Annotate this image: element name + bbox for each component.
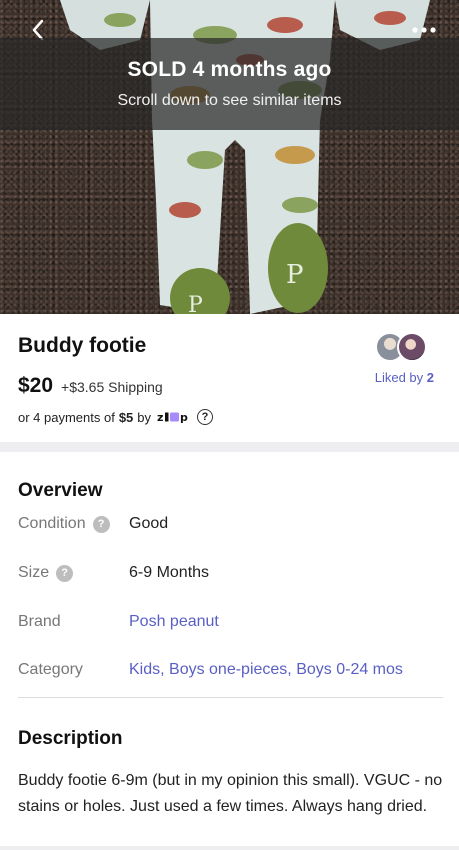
installment-amount: $5 xyxy=(118,409,134,425)
liked-by-label: Liked by xyxy=(374,370,424,385)
description-title: Description xyxy=(18,728,123,749)
installments-prefix: or 4 payments of xyxy=(18,409,115,425)
likers-avatars[interactable] xyxy=(375,332,431,364)
bottom-divider xyxy=(0,846,459,850)
category-link[interactable]: Kids, Boys one-pieces, Boys 0-24 mos xyxy=(129,661,403,679)
divider xyxy=(18,697,443,698)
category-row: Category Kids, Boys one-pieces, Boys 0-2… xyxy=(18,658,443,682)
scroll-hint-text: Scroll down to see similar items xyxy=(117,92,342,109)
svg-text:z: z xyxy=(157,411,163,423)
liked-by-count: 2 xyxy=(426,370,434,385)
svg-text:P: P xyxy=(188,293,203,314)
item-price: $20 xyxy=(18,374,54,397)
zip-logo: z p xyxy=(157,411,191,423)
zip-logo-icon: z p xyxy=(157,411,188,423)
price-row: $20 +$3.65 Shipping xyxy=(18,374,163,398)
brand-link[interactable]: Posh peanut xyxy=(129,613,219,631)
size-row: Size ? 6-9 Months xyxy=(18,561,443,585)
condition-value: Good xyxy=(129,515,169,532)
size-label: Size xyxy=(18,564,50,581)
section-divider xyxy=(0,442,459,452)
question-circle-icon[interactable]: ? xyxy=(92,515,110,533)
brand-label: Brand xyxy=(18,613,61,630)
condition-row: Condition ? Good xyxy=(18,512,443,536)
avatar xyxy=(397,332,427,362)
listing-photo[interactable]: P P SOLD 4 months ago Scroll down to see… xyxy=(0,0,459,314)
item-title: Buddy footie xyxy=(18,334,147,357)
listing-summary: Buddy footie $20 +$3.65 Shipping or 4 pa… xyxy=(0,314,459,442)
svg-text:P: P xyxy=(286,260,304,290)
condition-label: Condition xyxy=(18,515,86,532)
description-text: Buddy footie 6-9m (but in my opinion thi… xyxy=(18,772,443,815)
size-value: 6-9 Months xyxy=(129,564,210,581)
svg-text:p: p xyxy=(180,411,188,423)
sold-banner: SOLD 4 months ago Scroll down to see sim… xyxy=(0,38,459,130)
question-circle-icon[interactable]: ? xyxy=(56,564,74,582)
more-dots-icon xyxy=(412,27,436,33)
installments-row: or 4 payments of $5 by z p ? xyxy=(18,409,214,425)
sold-status-text: SOLD 4 months ago xyxy=(127,58,332,81)
question-circle-icon[interactable]: ? xyxy=(197,409,214,425)
overview-title: Overview xyxy=(18,480,103,501)
brand-row: Brand Posh peanut xyxy=(18,610,443,634)
shipping-cost: +$3.65 Shipping xyxy=(61,379,163,395)
category-label: Category xyxy=(18,661,83,678)
liked-by-link[interactable]: Liked by 2 xyxy=(375,370,434,385)
installments-by: by xyxy=(137,409,152,425)
